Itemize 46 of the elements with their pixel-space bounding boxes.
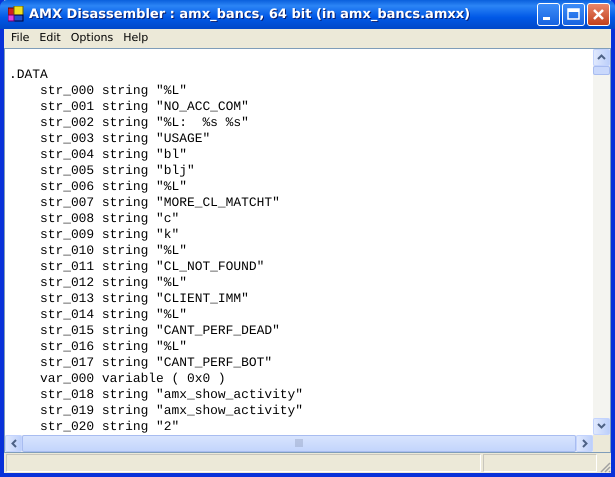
minimize-button[interactable] [537, 2, 560, 26]
code-line: str_013 string "CLIENT_IMM" [40, 290, 249, 306]
scroll-right-button[interactable] [576, 434, 593, 452]
close-button[interactable] [587, 2, 610, 26]
code-line: str_011 string "CL_NOT_FOUND" [40, 258, 264, 274]
code-line: str_000 string "%L" [40, 82, 187, 98]
code-line: str_020 string "2" [40, 418, 180, 434]
vertical-scrollbar[interactable] [593, 48, 610, 435]
code-line: str_010 string "%L" [40, 242, 187, 258]
code-line: str_005 string "blj" [40, 162, 195, 178]
code-line: str_009 string "k" [40, 226, 180, 242]
grip-lines-icon [295, 439, 303, 448]
code-line: str_016 string "%L" [40, 338, 187, 354]
window-title: AMX Disassembler : amx_bancs, 64 bit (in amx_bancs.amxx) [29, 6, 472, 22]
code-line: str_008 string "c" [40, 210, 180, 226]
code-line: str_019 string "amx_show_activity" [40, 402, 304, 418]
code-line: var_000 variable ( 0x0 ) [40, 370, 226, 386]
chevron-down-icon [597, 423, 606, 430]
menu-item[interactable]: Options [66, 31, 118, 44]
maximize-button[interactable] [562, 2, 585, 26]
minimize-icon [543, 17, 550, 20]
code-line: str_017 string "CANT_PERF_BOT" [40, 354, 272, 370]
menu-item[interactable]: Edit [34, 31, 66, 44]
scroll-thumb[interactable] [593, 66, 610, 75]
code-line: str_007 string "MORE_CL_MATCHT" [40, 194, 280, 210]
chevron-left-icon [10, 438, 16, 448]
code-line: str_004 string "bl" [40, 146, 187, 162]
code-line: str_001 string "NO_ACC_COM" [40, 98, 249, 114]
scrollbar-corner [593, 434, 610, 452]
code-line: str_014 string "%L" [40, 306, 187, 322]
scroll-up-button[interactable] [593, 48, 610, 66]
resize-grip-icon[interactable] [599, 461, 611, 473]
chevron-right-icon [582, 438, 588, 448]
menu-item[interactable]: File [6, 31, 34, 44]
chevron-up-icon [597, 54, 606, 60]
app-icon [8, 6, 24, 22]
code-line: str_002 string "%L: %s %s" [40, 114, 249, 130]
code-line: str_018 string "amx_show_activity" [40, 386, 304, 402]
code-line: str_006 string "%L" [40, 178, 187, 194]
code-line: str_003 string "USAGE" [40, 130, 210, 146]
scroll-down-button[interactable] [593, 418, 610, 435]
scroll-left-button[interactable] [5, 434, 22, 452]
code-line: str_012 string "%L" [40, 274, 187, 290]
menu-item[interactable]: Help [118, 31, 154, 44]
section-label: .DATA [9, 66, 48, 82]
code-line: str_015 string "CANT_PERF_DEAD" [40, 322, 280, 338]
